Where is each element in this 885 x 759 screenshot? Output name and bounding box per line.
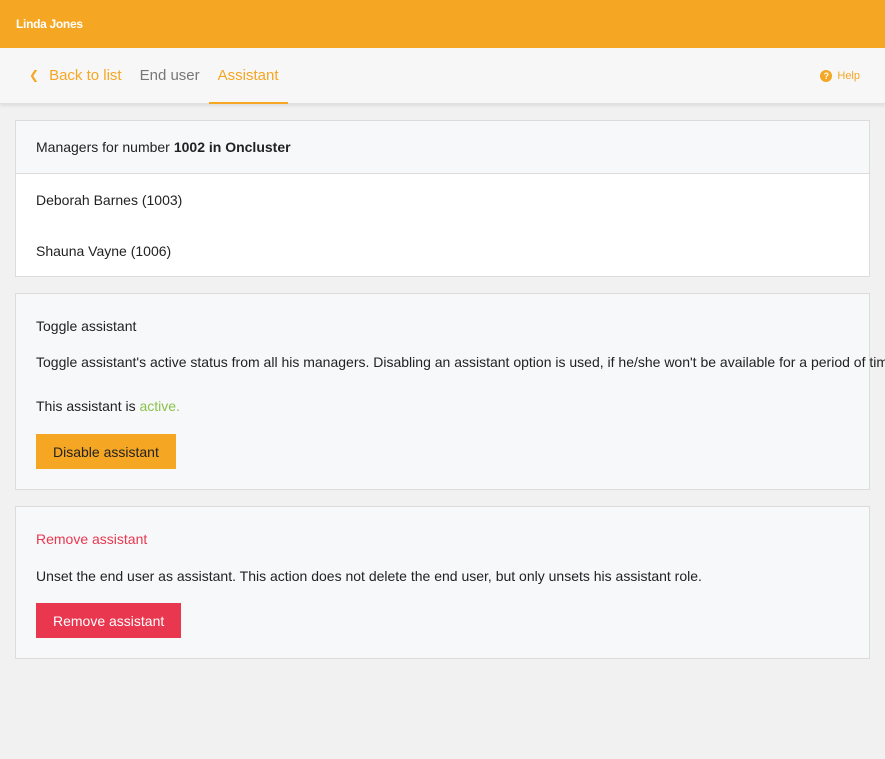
help-label: Help: [837, 69, 860, 82]
assistant-status: This assistant is active.: [36, 398, 180, 414]
help-link[interactable]: ? Help: [820, 48, 860, 103]
nav-bar: ❮ Back to list End user Assistant ? Help: [0, 48, 885, 104]
remove-assistant-button[interactable]: Remove assistant: [36, 603, 182, 638]
manager-item: Shauna Vayne (1006): [36, 242, 172, 259]
remove-assistant-description: Unset the end user as assistant. This ac…: [36, 568, 702, 584]
remove-assistant-title: Remove assistant: [36, 531, 148, 547]
managers-header-number: 1002 in Oncluster: [173, 139, 291, 155]
back-to-list-link[interactable]: ❮ Back to list: [20, 48, 131, 103]
top-bar: Linda Jones: [0, 0, 885, 48]
tab-end-user-label: End user: [139, 67, 200, 84]
disable-assistant-button[interactable]: Disable assistant: [36, 434, 176, 469]
manager-item: Deborah Barnes (1003): [36, 191, 183, 208]
chevron-left-icon: ❮: [29, 67, 40, 82]
managers-header: Managers for number 1002 in Oncluster: [16, 121, 869, 174]
toggle-assistant-title: Toggle assistant: [36, 318, 137, 334]
managers-header-prefix: Managers for number: [36, 139, 170, 155]
tab-assistant-label: Assistant: [217, 67, 279, 84]
back-to-list-label: Back to list: [49, 67, 122, 84]
tab-assistant[interactable]: Assistant: [208, 48, 288, 104]
assistant-status-value: active.: [139, 398, 180, 414]
toggle-assistant-description: Toggle assistant's active status from al…: [36, 354, 885, 370]
assistant-status-prefix: This assistant is: [36, 398, 136, 414]
remove-assistant-card: Remove assistant Unset the end user as a…: [15, 506, 870, 659]
user-name[interactable]: Linda Jones: [16, 17, 83, 31]
managers-card: Managers for number 1002 in Oncluster De…: [15, 120, 870, 277]
tab-end-user[interactable]: End user: [131, 48, 209, 103]
toggle-assistant-card: Toggle assistant Toggle assistant's acti…: [15, 293, 885, 490]
question-icon: ?: [820, 69, 833, 82]
